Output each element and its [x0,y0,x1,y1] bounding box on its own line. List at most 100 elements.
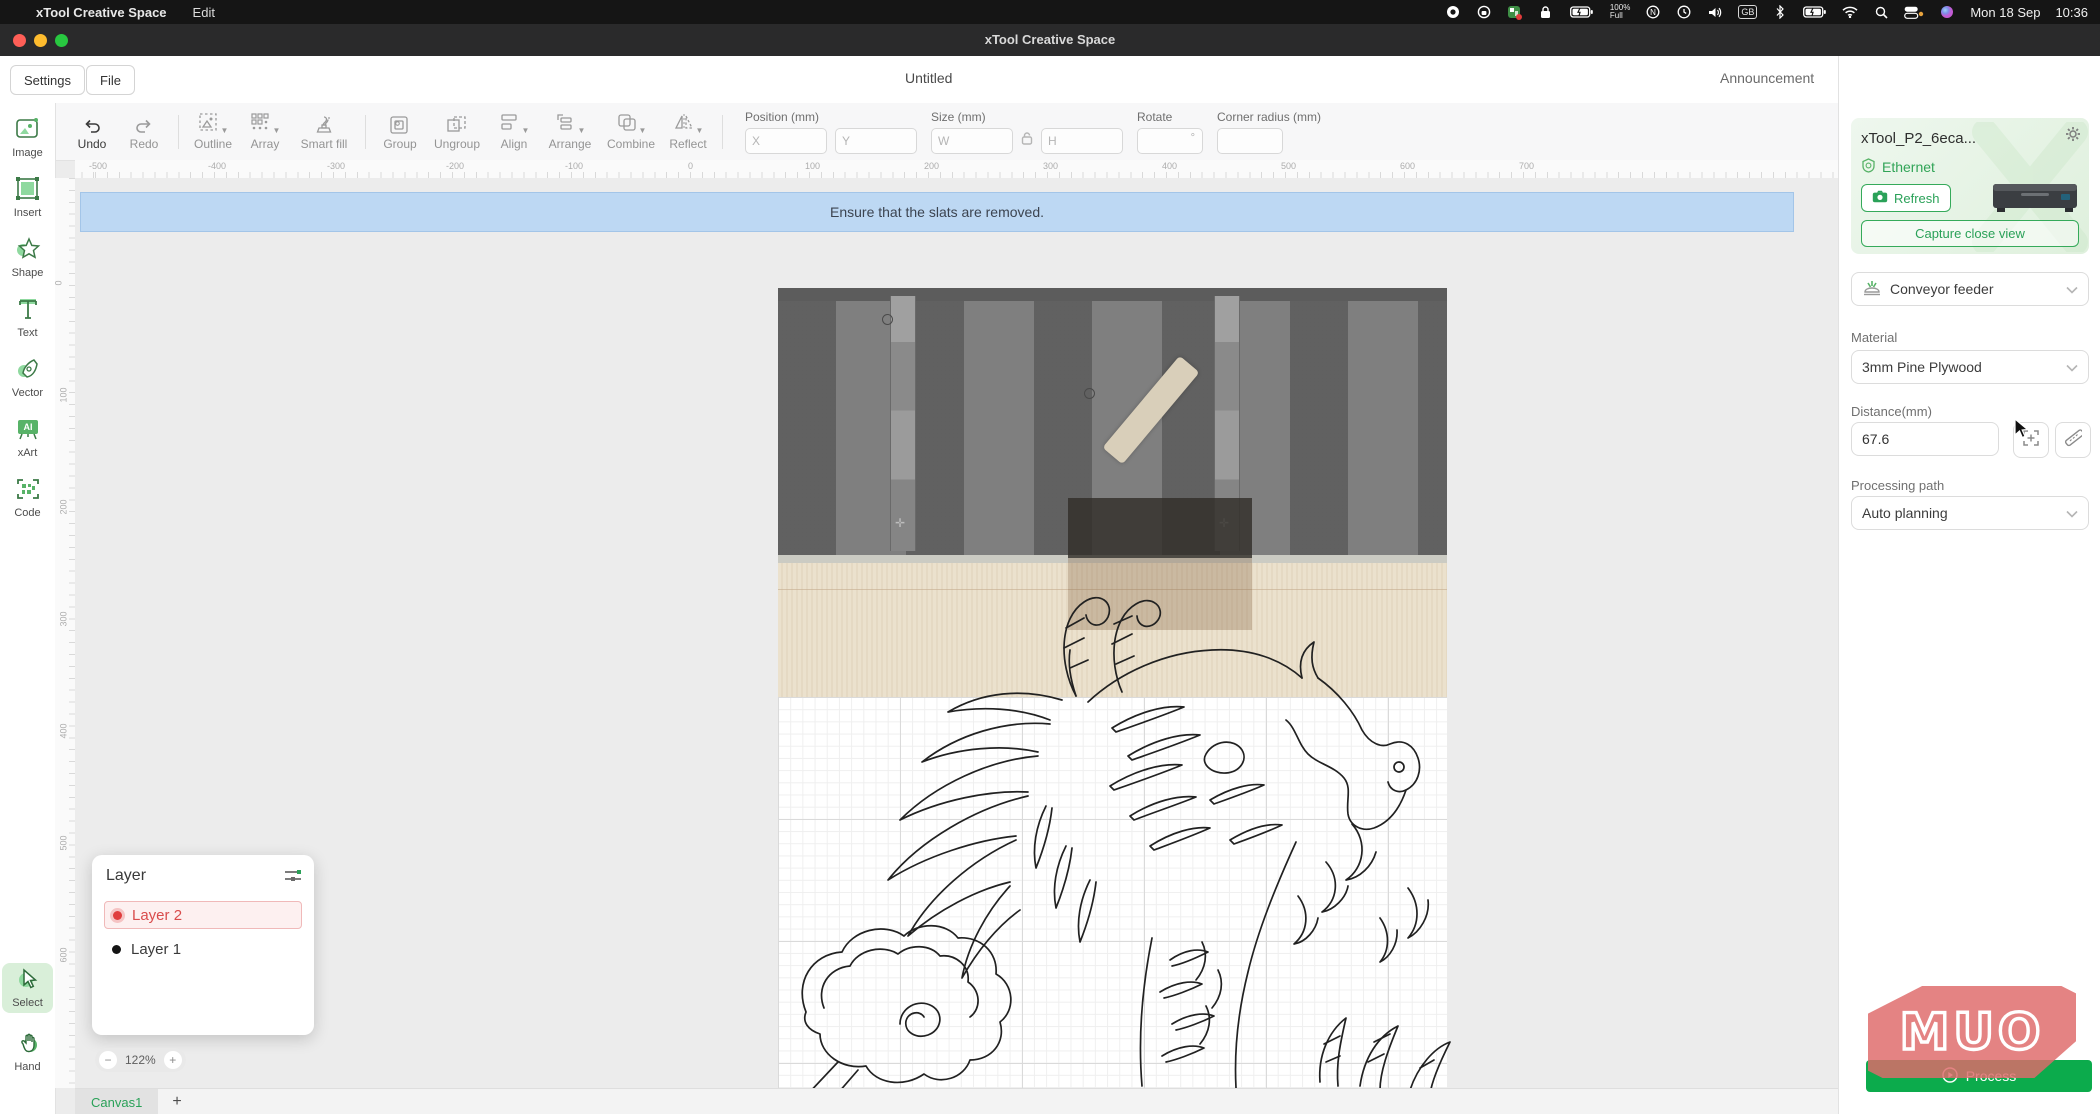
reflect-button[interactable]: ▼ Reflect [662,113,714,151]
chevron-down-icon [2066,359,2078,375]
arrange-icon [555,112,577,135]
record-icon[interactable] [1445,4,1461,20]
settings-button[interactable]: Settings [10,65,85,95]
tool-select[interactable]: Select [2,963,53,1013]
sidebar-item-text[interactable]: Text [2,297,53,339]
nav-announcement[interactable]: Announcement [1720,70,1814,86]
battery-icon[interactable] [1803,4,1827,20]
zoom-level[interactable]: 122% [125,1053,156,1067]
camera-icon [1872,190,1888,206]
feeder-select[interactable]: Conveyor feeder [1851,272,2089,306]
ungroup-icon [446,113,468,135]
shortcuts-icon[interactable]: N [1645,4,1661,20]
dragon-artwork[interactable] [770,550,1460,1095]
redo-button[interactable]: Redo [118,113,170,151]
bluetooth-icon[interactable] [1772,4,1788,20]
banner-text: Ensure that the slats are removed. [830,204,1044,220]
menu-bar-date[interactable]: Mon 18 Sep [1970,5,2040,20]
app-notification-icon[interactable] [1507,4,1523,20]
arrange-button[interactable]: ▼ Arrange [540,113,600,151]
layer2-color-swatch[interactable] [113,911,122,920]
position-fields: Position (mm) [745,110,917,154]
group-icon [389,113,411,135]
undo-button[interactable]: Undo [66,113,118,151]
sidebar-item-vector[interactable]: Vector [2,357,53,399]
time-machine-icon[interactable] [1676,4,1692,20]
select-cursor-icon [16,967,40,994]
machine-column-left [890,296,916,551]
position-x-input[interactable] [745,128,827,154]
document-title: Untitled [905,70,952,86]
zoom-in-button[interactable]: + [164,1051,182,1069]
horizontal-ruler: -500 -400 -300 -200 -100 0 100 200 300 4… [75,160,1838,179]
macos-menu-bar: xTool Creative Space Edit 100%Full N GB … [0,0,2100,24]
app-top-bar: Settings File Untitled Announcement Proj… [0,56,2100,104]
smart-fill-button[interactable]: Smart fill [291,113,357,151]
design-canvas[interactable]: ✛ ✛ [75,178,1838,1114]
distance-input[interactable] [1851,422,1999,456]
position-y-input[interactable] [835,128,917,154]
siri-icon[interactable] [1939,4,1955,20]
ungroup-button[interactable]: Ungroup [426,113,488,151]
layer1-color-swatch[interactable] [112,945,121,954]
device-card: xTool_P2_6eca... Ethernet Refresh Captur… [1851,118,2089,254]
mouse-cursor [2014,418,2030,445]
vertical-ruler: 0 100 200 300 400 500 600 [55,178,76,1088]
rotate-label: Rotate [1137,110,1203,124]
zoom-out-button[interactable]: − [99,1051,117,1069]
add-canvas-button[interactable]: + [172,1093,181,1111]
privacy-lock-icon[interactable] [1476,4,1492,20]
menu-edit[interactable]: Edit [193,5,215,20]
size-h-input[interactable] [1041,128,1123,154]
device-settings-gear-icon[interactable] [2065,126,2081,147]
array-button[interactable]: ▼ Array [239,113,291,151]
lock-ratio-icon[interactable] [1021,131,1033,150]
align-button[interactable]: ▼ Align [488,113,540,151]
outline-button[interactable]: ▼ Outline [187,113,239,151]
reflect-icon [673,112,695,135]
capture-close-view-button[interactable]: Capture close view [1861,220,2079,247]
sidebar-item-image[interactable]: Image [2,117,53,159]
wifi-icon[interactable] [1842,4,1858,20]
menu-bar-time[interactable]: 10:36 [2055,5,2088,20]
layer-options-icon[interactable] [284,869,302,888]
device-name: xTool_P2_6eca... [1861,130,1976,147]
manual-measure-button[interactable] [2055,422,2091,458]
file-button[interactable]: File [86,65,135,95]
processing-path-select[interactable]: Auto planning [1851,496,2089,530]
rotate-input[interactable] [1137,128,1203,154]
combine-caret-icon: ▼ [639,126,647,135]
sidebar-item-code[interactable]: Code [2,477,53,519]
code-icon [15,477,41,504]
spotlight-icon[interactable] [1873,4,1889,20]
keyboard-layout-badge[interactable]: GB [1738,5,1757,19]
text-icon [16,297,40,324]
layer-row-layer2[interactable]: Layer 2 [104,901,302,929]
combine-button[interactable]: ▼ Combine [600,113,662,151]
battery-full-icon[interactable] [1569,4,1595,20]
layer-panel: Layer Layer 2 Layer 1 [92,855,314,1035]
corner-radius-input[interactable] [1217,128,1283,154]
undo-icon [82,113,102,135]
battery-status-text: 100%Full [1610,4,1630,20]
size-label: Size (mm) [931,110,1123,124]
menu-bar-status-area: 100%Full N GB Mon 18 Sep 10:36 [1445,4,2088,20]
sidebar-item-xart[interactable]: AI xArt [2,417,53,459]
tab-canvas1[interactable]: Canvas1 [75,1089,158,1114]
material-select[interactable]: 3mm Pine Plywood [1851,350,2089,384]
lock-icon[interactable] [1538,4,1554,20]
layer-row-layer1[interactable]: Layer 1 [104,935,302,963]
array-icon [250,112,272,135]
control-center-icon[interactable] [1904,4,1924,20]
size-w-input[interactable] [931,128,1013,154]
volume-icon[interactable] [1707,4,1723,20]
sidebar-item-insert[interactable]: Insert [2,177,53,219]
wood-piece-photo [1102,356,1199,465]
sidebar-item-shape[interactable]: Shape [2,237,53,279]
tool-hand[interactable]: Hand [2,1031,53,1073]
rotate-field: Rotate [1137,110,1203,154]
refresh-button[interactable]: Refresh [1861,184,1951,212]
redo-icon [134,113,154,135]
group-button[interactable]: Group [374,113,426,151]
app-menu-title[interactable]: xTool Creative Space [36,5,167,20]
